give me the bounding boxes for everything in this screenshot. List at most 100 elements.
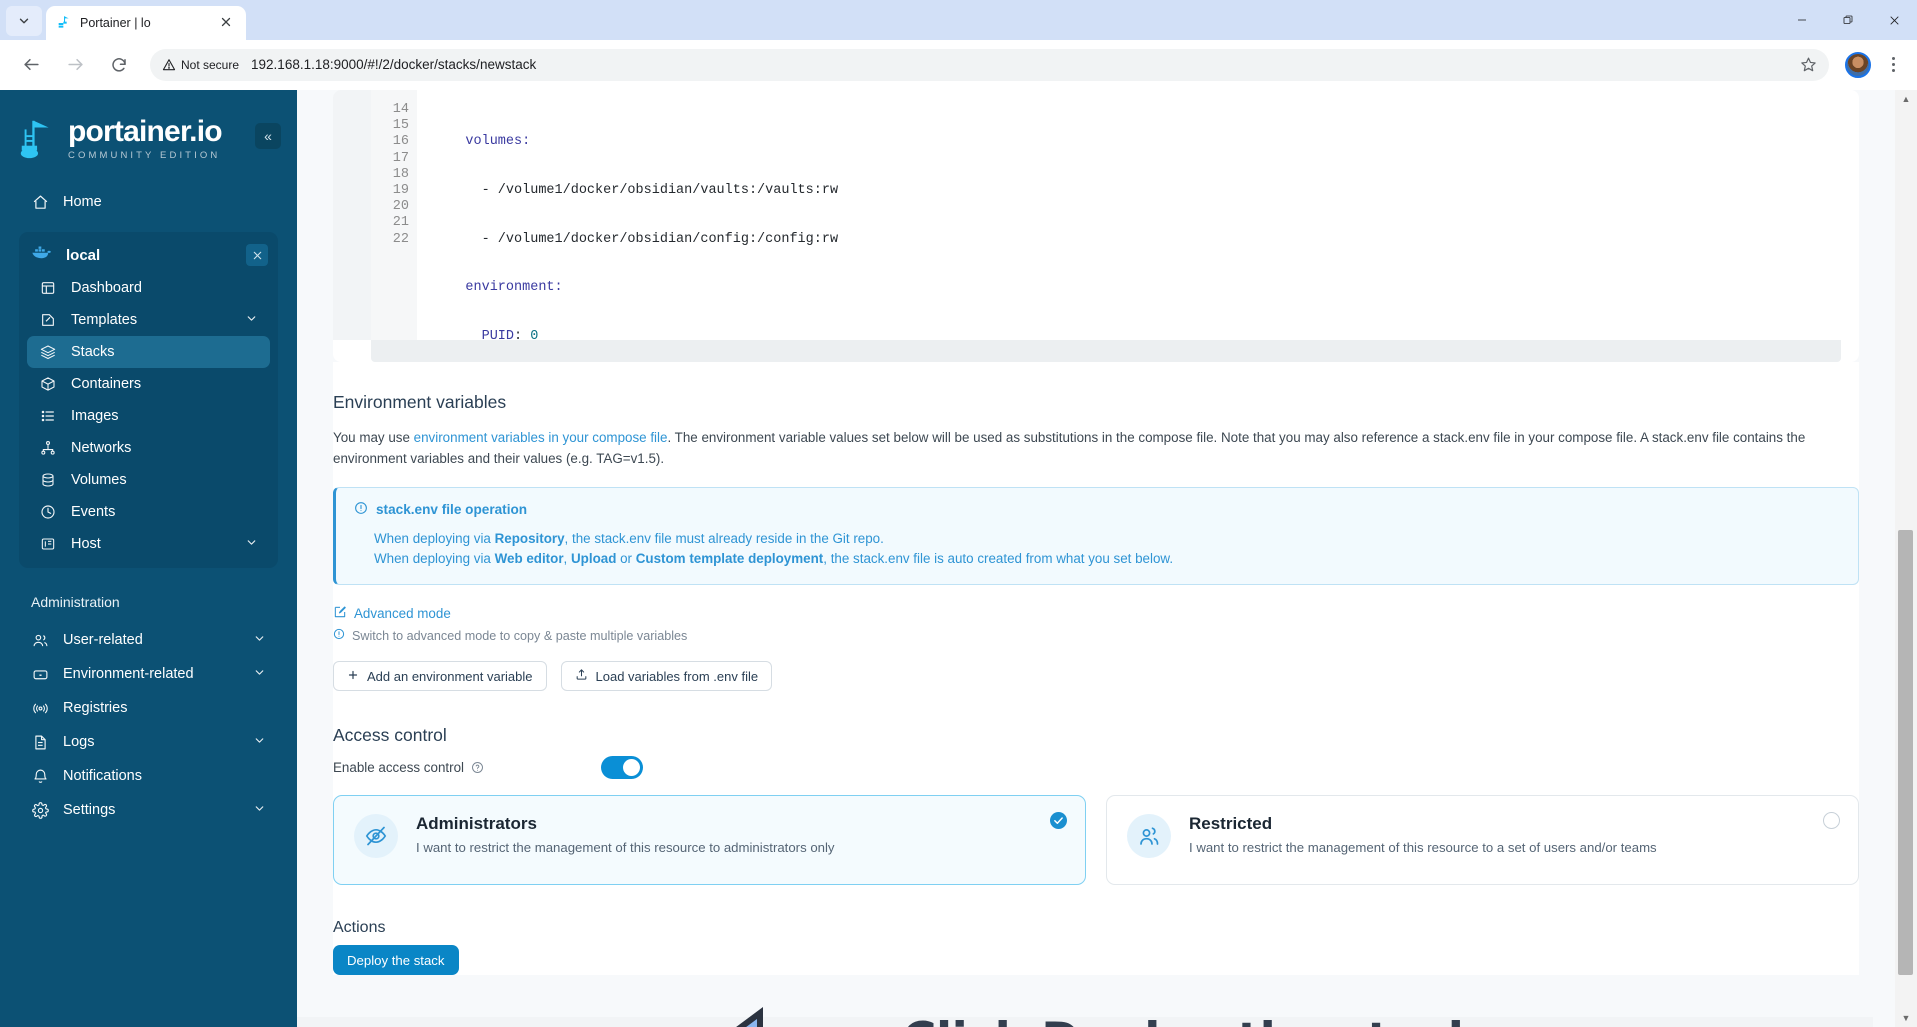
question-circle-icon[interactable] — [471, 761, 484, 774]
add-environment-variable-button[interactable]: Add an environment variable — [333, 661, 547, 691]
minimize-icon[interactable] — [1779, 0, 1825, 40]
address-bar[interactable]: Not secure 192.168.1.18:9000/#!/2/docker… — [150, 48, 1829, 81]
kebab-menu-icon[interactable] — [1879, 49, 1907, 81]
info-line2-bold2: Upload — [571, 551, 617, 566]
enable-access-control-toggle[interactable] — [601, 756, 644, 779]
sidebar-item-registries[interactable]: Registries — [19, 692, 278, 724]
radio-empty-icon[interactable] — [1823, 812, 1840, 829]
warning-triangle-icon — [162, 58, 176, 70]
actions-section: Actions Deploy the stack — [333, 885, 1859, 975]
sidebar-item-dashboard[interactable]: Dashboard — [27, 272, 270, 304]
sidebar-item-label: Events — [71, 504, 116, 520]
line-number: 18 — [392, 166, 409, 182]
images-icon — [39, 407, 57, 425]
scroll-up-arrow[interactable]: ▲ — [1895, 90, 1917, 108]
avatar[interactable] — [1845, 51, 1871, 78]
load-variables-button[interactable]: Load variables from .env file — [560, 661, 773, 691]
reload-icon[interactable] — [103, 49, 135, 81]
environment-variables-section: Environment variables You may use enviro… — [333, 362, 1859, 691]
advanced-mode-hint-label: Switch to advanced mode to copy & paste … — [352, 628, 688, 643]
scroll-down-arrow[interactable]: ▼ — [1895, 1009, 1917, 1027]
sidebar-item-templates[interactable]: Templates — [27, 304, 270, 336]
forward-arrow-icon[interactable] — [59, 49, 91, 81]
page-scrollbar[interactable]: ▲ ▼ — [1895, 90, 1917, 1027]
sidebar-item-environment-related[interactable]: Environment-related — [19, 658, 278, 690]
edit-square-icon — [333, 605, 347, 622]
security-label: Not secure — [181, 57, 240, 72]
sidebar-item-containers[interactable]: Containers — [27, 368, 270, 400]
sidebar-item-host[interactable]: Host — [27, 528, 270, 560]
stacks-icon — [39, 343, 57, 361]
line-number: 21 — [392, 215, 409, 231]
info-circle-icon — [354, 501, 368, 518]
security-indicator[interactable]: Not secure — [162, 58, 239, 72]
access-option-restricted[interactable]: Restricted I want to restrict the manage… — [1106, 795, 1859, 885]
line-number: 14 — [392, 102, 409, 117]
window-controls — [1779, 0, 1917, 40]
page-title: Environment variables — [333, 392, 507, 412]
editor-footer — [371, 340, 1841, 362]
portainer-crane-icon — [16, 116, 62, 162]
tab-title: Portainer | lo — [80, 16, 151, 30]
sidebar-item-user-related[interactable]: User-related — [19, 624, 278, 656]
docker-whale-icon — [31, 244, 53, 266]
environment-header[interactable]: local — [19, 238, 278, 272]
editor-left-rail — [333, 90, 371, 340]
compose-editor[interactable]: 14 15 16 17 18 19 20 21 22 volumes: - /v… — [333, 90, 1859, 362]
sidebar-item-stacks[interactable]: Stacks — [27, 336, 270, 368]
environment-name: local — [66, 246, 101, 264]
logo-title: portainer.io — [68, 115, 223, 148]
restore-icon[interactable] — [1825, 0, 1871, 40]
deploy-the-stack-button[interactable]: Deploy the stack — [333, 945, 459, 975]
access-option-administrators[interactable]: Administrators I want to restrict the ma… — [333, 795, 1086, 885]
enable-access-control-label: Enable access control — [333, 760, 465, 775]
events-clock-icon — [39, 503, 57, 521]
sidebar-item-notifications[interactable]: Notifications — [19, 760, 278, 792]
info-box-title-row: stack.env file operation — [354, 501, 1840, 518]
close-icon[interactable] — [246, 244, 268, 266]
browser-window: Portainer | lo Not secure 192.168.1.18:9… — [0, 0, 1917, 1027]
info-line2-mid1: , — [563, 551, 571, 566]
sidebar-item-label: Registries — [63, 700, 128, 716]
close-icon[interactable] — [1871, 0, 1917, 40]
volumes-icon — [39, 471, 57, 489]
plus-icon — [347, 669, 359, 684]
tab-search-button[interactable] — [6, 6, 42, 36]
users-group-icon — [1127, 814, 1171, 858]
sidebar-item-label: Settings — [63, 802, 116, 818]
chevron-down-icon — [253, 734, 266, 751]
info-line-2: When deploying via Web editor, Upload or… — [374, 549, 1840, 569]
double-chevron-left-icon[interactable]: « — [255, 123, 281, 149]
browser-tab[interactable]: Portainer | lo — [46, 6, 246, 40]
sidebar-item-images[interactable]: Images — [27, 400, 270, 432]
env-buttons-row: Add an environment variable Load variabl… — [333, 661, 1859, 691]
access-option-desc: I want to restrict the management of thi… — [1189, 840, 1657, 856]
stack-env-info-box: stack.env file operation When deploying … — [333, 487, 1859, 585]
sidebar-item-networks[interactable]: Networks — [27, 432, 270, 464]
advanced-mode-label: Advanced mode — [354, 606, 451, 621]
env-desc-pre: You may use — [333, 430, 414, 445]
close-icon[interactable] — [220, 15, 236, 31]
code-line: volumes: — [465, 134, 531, 150]
sidebar-item-settings[interactable]: Settings — [19, 794, 278, 826]
sidebar-item-logs[interactable]: Logs — [19, 726, 278, 758]
advanced-mode-toggle[interactable]: Advanced mode — [333, 605, 1859, 622]
editor-inner[interactable]: 14 15 16 17 18 19 20 21 22 volumes: - /v… — [371, 90, 1841, 344]
sidebar-item-events[interactable]: Events — [27, 496, 270, 528]
sidebar-item-label: Containers — [71, 376, 142, 392]
url-text: 192.168.1.18:9000/#!/2/docker/stacks/new… — [251, 57, 537, 72]
info-line2-mid2: or — [616, 551, 636, 566]
sidebar-item-label: Logs — [63, 734, 95, 750]
sidebar-item-home[interactable]: Home — [19, 186, 278, 218]
compose-docs-link[interactable]: environment variables in your compose fi… — [414, 430, 668, 445]
check-circle-icon[interactable] — [1050, 812, 1067, 829]
back-arrow-icon[interactable] — [15, 49, 47, 81]
star-icon[interactable] — [1793, 50, 1823, 80]
scrollbar-thumb[interactable] — [1898, 530, 1913, 975]
sidebar-item-volumes[interactable]: Volumes — [27, 464, 270, 496]
editor-code[interactable]: volumes: - /volume1/docker/obsidian/vaul… — [417, 90, 1841, 344]
sidebar-item-label: Images — [71, 408, 119, 424]
portainer-logo[interactable]: portainer.io COMMUNITY EDITION — [0, 90, 297, 168]
networks-icon — [39, 439, 57, 457]
info-line2-bold3: Custom template deployment — [635, 551, 824, 566]
